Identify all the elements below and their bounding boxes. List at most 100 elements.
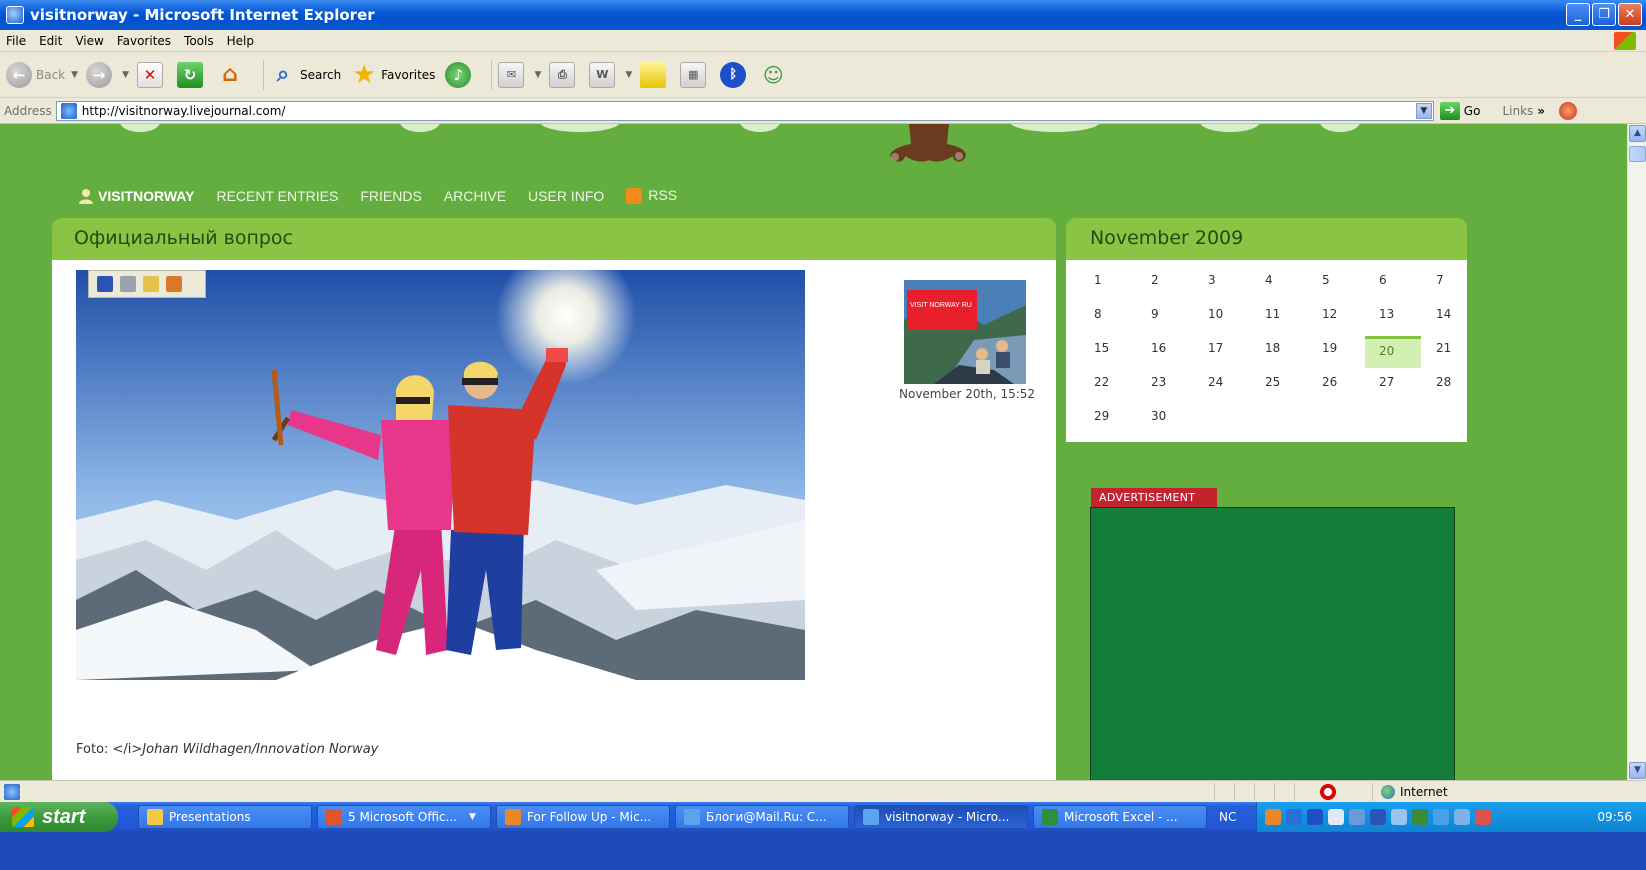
- outlook-icon: [505, 809, 521, 825]
- task-label: visitnorway - Micro...: [885, 810, 1010, 824]
- rss-icon: [626, 188, 643, 205]
- windows-flag-icon: [12, 807, 34, 827]
- print-image-icon[interactable]: [120, 276, 136, 292]
- nav-user[interactable]: VISITNORWAY: [78, 188, 194, 204]
- menu-tools[interactable]: Tools: [184, 34, 214, 48]
- page-status-icon: [4, 783, 20, 800]
- language-indicator[interactable]: NC: [1219, 810, 1236, 824]
- vertical-scrollbar[interactable]: ▲ ▼: [1627, 124, 1646, 780]
- menu-file[interactable]: File: [6, 34, 26, 48]
- go-button[interactable]: ➔ Go: [1439, 101, 1480, 120]
- group-dropdown-icon: ▼: [468, 812, 476, 822]
- security-tray-icon[interactable]: [1412, 809, 1428, 825]
- links-chevron-icon[interactable]: »: [1537, 104, 1545, 118]
- nav-user-label: VISITNORWAY: [98, 187, 195, 204]
- back-arrow-icon: ←: [6, 61, 32, 88]
- address-url: http://visitnorway.livejournal.com/: [81, 103, 286, 118]
- print-button[interactable]: ⎙: [549, 61, 579, 88]
- minimize-button[interactable]: _: [1566, 3, 1590, 26]
- note-icon: [640, 61, 667, 88]
- forward-button[interactable]: →: [86, 61, 116, 88]
- clock: 09:56: [1597, 810, 1632, 824]
- ie-icon: [6, 6, 24, 24]
- calendar-grid: 1 2 3 4 5 6 7 8 9 10 11 12 13 14 15 16 17 18 19 20 21 22 23 24 2…: [1066, 260, 1467, 442]
- address-dropdown-icon[interactable]: ▼: [1415, 102, 1432, 119]
- menu-favorites[interactable]: Favorites: [117, 34, 171, 48]
- task-visitnorway[interactable]: visitnorway - Micro...: [854, 805, 1028, 829]
- calendar-day: 22: [1094, 375, 1110, 389]
- entry-title[interactable]: Официальный вопрос: [52, 218, 1056, 260]
- links-label[interactable]: Links: [1502, 104, 1533, 118]
- notes-button[interactable]: [640, 61, 670, 88]
- back-button[interactable]: ← Back: [6, 61, 65, 88]
- bluetooth-button[interactable]: ᛒ: [720, 61, 750, 88]
- stop-button[interactable]: ✕: [136, 61, 167, 88]
- updates-tray-icon[interactable]: [1433, 809, 1449, 825]
- scroll-down-icon[interactable]: ▼: [1629, 762, 1646, 779]
- edit-button[interactable]: W: [589, 61, 619, 88]
- task-office-group[interactable]: 5 Microsoft Offic... ▼: [317, 805, 491, 829]
- security-zone: Internet: [1372, 783, 1572, 801]
- entry-photo[interactable]: [76, 270, 805, 680]
- caption-prefix: Foto: </i>: [76, 742, 143, 757]
- calendar-day: 10: [1208, 307, 1224, 321]
- media-button[interactable]: ♪: [445, 61, 475, 88]
- scroll-thumb[interactable]: [1629, 146, 1646, 162]
- calendar-day: 11: [1265, 307, 1281, 321]
- go-arrow-icon: ➔: [1439, 101, 1460, 120]
- window-title: visitnorway - Microsoft Internet Explore…: [30, 6, 375, 24]
- edit-dropdown-icon[interactable]: ▼: [625, 70, 632, 80]
- address-bar: Address http://visitnorway.livejournal.c…: [0, 98, 1646, 124]
- sync-tray-icon[interactable]: [1370, 809, 1386, 825]
- antivirus-tray-icon[interactable]: [1391, 809, 1407, 825]
- bluetooth-tray-icon[interactable]: [1307, 809, 1323, 825]
- address-input[interactable]: http://visitnorway.livejournal.com/ ▼: [55, 100, 1434, 121]
- refresh-button[interactable]: ↻: [176, 61, 207, 88]
- forward-dropdown-icon[interactable]: ▼: [122, 70, 129, 80]
- nav-rss[interactable]: RSS: [626, 187, 677, 205]
- save-image-icon[interactable]: [97, 276, 113, 292]
- alert-tray-icon[interactable]: [1475, 809, 1491, 825]
- popup-blocked-icon[interactable]: [1320, 784, 1336, 800]
- advertisement-label: ADVERTISEMENT: [1091, 488, 1217, 507]
- outlook-tray-icon[interactable]: [1265, 809, 1281, 825]
- media-icon: ♪: [445, 61, 472, 88]
- search-button[interactable]: ⌕ Search: [270, 62, 341, 88]
- task-blogs-mailru[interactable]: Блоги@Mail.Ru: C...: [675, 805, 849, 829]
- menu-edit[interactable]: Edit: [39, 34, 62, 48]
- email-image-icon[interactable]: [143, 276, 159, 292]
- entry-date: November 20th, 15:52: [899, 387, 1036, 401]
- scroll-up-icon[interactable]: ▲: [1629, 125, 1646, 142]
- favorites-button[interactable]: ★ Favorites: [351, 60, 436, 90]
- mail-dropdown-icon[interactable]: ▼: [534, 70, 541, 80]
- task-follow-up[interactable]: For Follow Up - Mic...: [496, 805, 670, 829]
- advertisement-box[interactable]: [1090, 507, 1455, 780]
- menu-bar: File Edit View Favorites Tools Help: [0, 30, 1646, 52]
- messenger-button[interactable]: ☺: [760, 62, 790, 88]
- volume-tray-icon[interactable]: [1328, 809, 1344, 825]
- close-button[interactable]: ✕: [1618, 3, 1642, 26]
- calendar-day[interactable]: 20: [1365, 336, 1421, 368]
- my-pictures-icon[interactable]: [166, 276, 182, 292]
- nav-user-info[interactable]: USER INFO: [528, 188, 604, 204]
- task-presentations[interactable]: Presentations: [138, 805, 312, 829]
- translate-icon[interactable]: [1559, 101, 1578, 120]
- mail-button[interactable]: ✉: [498, 61, 528, 88]
- forward-arrow-icon: →: [86, 61, 113, 88]
- menu-help[interactable]: Help: [227, 34, 254, 48]
- nav-friends[interactable]: FRIENDS: [360, 188, 421, 204]
- back-dropdown-icon[interactable]: ▼: [71, 70, 78, 80]
- nav-archive[interactable]: ARCHIVE: [444, 188, 506, 204]
- task-excel[interactable]: Microsoft Excel - ...: [1033, 805, 1207, 829]
- connection-tray-icon[interactable]: [1349, 809, 1365, 825]
- calendar-day: 18: [1265, 341, 1281, 355]
- restore-button[interactable]: ❐: [1592, 3, 1616, 26]
- menu-view[interactable]: View: [75, 34, 103, 48]
- network-tray-icon[interactable]: [1286, 809, 1302, 825]
- display-tray-icon[interactable]: [1454, 809, 1470, 825]
- nav-recent-entries[interactable]: RECENT ENTRIES: [216, 188, 338, 204]
- calendar-day: 16: [1151, 341, 1167, 355]
- home-button[interactable]: ⌂: [217, 62, 247, 88]
- start-button[interactable]: start: [0, 802, 118, 832]
- research-button[interactable]: ▦: [680, 61, 710, 88]
